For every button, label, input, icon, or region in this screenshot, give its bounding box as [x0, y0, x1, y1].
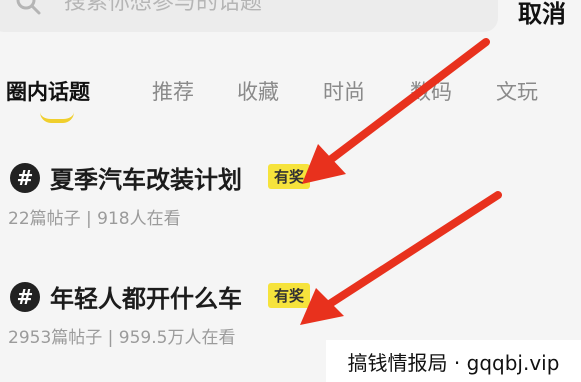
tab-favorites[interactable]: 收藏 — [237, 76, 279, 106]
watermark: 搞钱情报局 · gqqbj.vip — [326, 340, 581, 382]
reward-badge: 有奖 — [268, 164, 311, 189]
tab-fashion[interactable]: 时尚 — [323, 76, 365, 106]
cancel-button[interactable]: 取消 — [518, 0, 566, 29]
topic-item[interactable]: # 夏季汽车改装计划 有奖 22篇帖子 | 918人在看 — [0, 163, 560, 243]
search-icon — [16, 0, 41, 15]
tab-digital[interactable]: 数码 — [410, 76, 452, 106]
active-tab-indicator — [40, 112, 74, 123]
watermark-text: 搞钱情报局 · gqqbj.vip — [347, 350, 560, 375]
tab-circle-topics[interactable]: 圈内话题 — [6, 76, 90, 106]
search-bar[interactable]: 搜索你想参与的话题 — [0, 0, 498, 32]
hashtag-icon: # — [10, 163, 40, 193]
topic-title[interactable]: 年轻人都开什么车 — [50, 279, 242, 314]
topic-tabs: 圈内话题 推荐 收藏 时尚 数码 文玩 — [0, 72, 581, 123]
topic-title[interactable]: 夏季汽车改装计划 — [50, 160, 242, 195]
search-input[interactable]: 搜索你想参与的话题 — [64, 0, 262, 16]
topic-stats: 22篇帖子 | 918人在看 — [8, 209, 181, 229]
topic-stats: 2953篇帖子 | 959.5万人在看 — [8, 328, 236, 348]
reward-badge: 有奖 — [268, 283, 311, 308]
hashtag-icon: # — [10, 282, 40, 312]
tab-collectibles[interactable]: 文玩 — [496, 76, 538, 106]
tab-recommended[interactable]: 推荐 — [152, 76, 194, 106]
